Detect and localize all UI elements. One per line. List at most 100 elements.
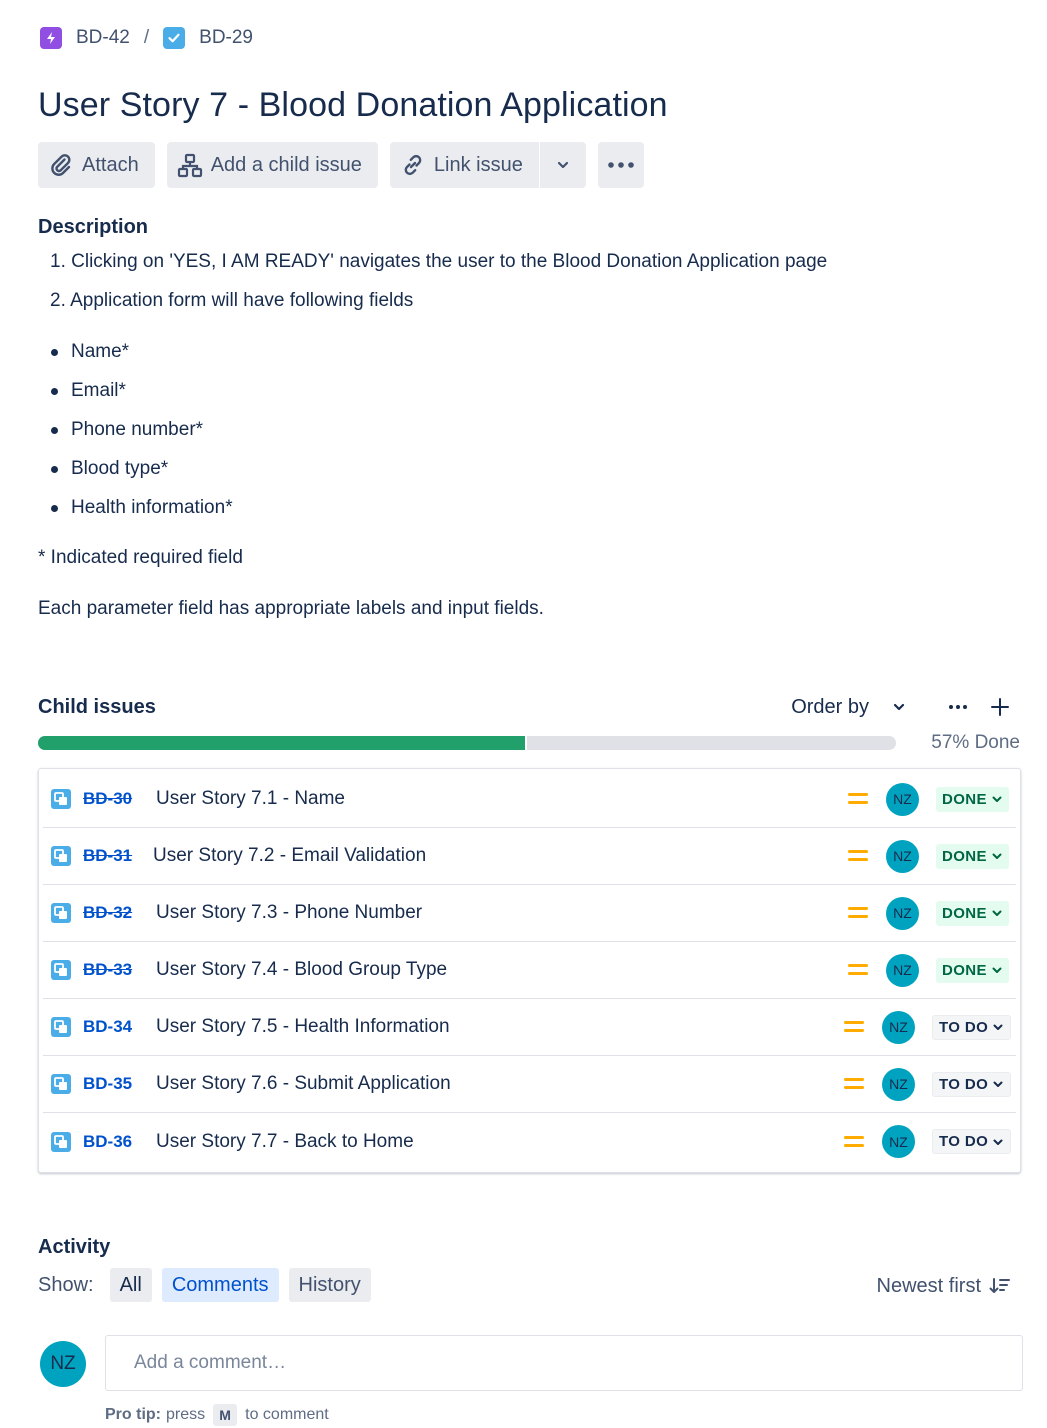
plus-icon [991, 698, 1009, 716]
link-issue-label: Link issue [433, 153, 523, 176]
page-title[interactable]: User Story 7 - Blood Donation Applicatio… [38, 86, 668, 125]
chevron-down-icon [993, 1024, 1003, 1030]
subtask-icon [51, 1074, 71, 1094]
chevron-down-icon [557, 161, 568, 169]
field-name: Health information* [71, 497, 233, 518]
issue-key-link[interactable]: BD-31 [83, 846, 132, 866]
current-user-avatar[interactable]: NZ [40, 1341, 86, 1387]
child-issues-list: BD-30 User Story 7.1 - Name NZ DONE BD-31 Use… [38, 768, 1021, 1173]
issue-key-link[interactable]: BD-35 [83, 1074, 132, 1094]
child-issue-row[interactable]: BD-31 User Story 7.2 - Email Validation NZ… [43, 828, 1016, 885]
more-actions-button[interactable] [597, 142, 644, 188]
attach-button[interactable]: Attach [38, 142, 155, 188]
breadcrumb-separator: / [143, 27, 150, 48]
status-label: DONE [942, 847, 987, 865]
status-dropdown[interactable]: TO DO [932, 1071, 1012, 1097]
status-dropdown[interactable]: TO DO [932, 1014, 1012, 1040]
breadcrumb-parent-key: BD-42 [76, 27, 130, 48]
description-paragraph: Each parameter field has appropriate lab… [38, 598, 544, 619]
comment-placeholder: Add a comment… [134, 1352, 287, 1373]
child-issue-row[interactable]: BD-33 User Story 7.4 - Blood Group Type NZ… [43, 942, 1016, 999]
chevron-down-icon [993, 1081, 1003, 1087]
issue-key-link[interactable]: BD-34 [83, 1017, 132, 1037]
bullet-icon [51, 348, 58, 356]
child-issue-row[interactable]: BD-35 User Story 7.6 - Submit Application… [43, 1056, 1016, 1113]
field-list-item: Phone number* [50, 419, 203, 441]
filter-comments-button[interactable]: Comments [161, 1268, 279, 1302]
paperclip-icon [51, 154, 71, 176]
epic-lightning-icon [40, 27, 62, 49]
child-issue-row[interactable]: BD-36 User Story 7.7 - Back to Home NZ TO D… [43, 1113, 1016, 1170]
status-dropdown[interactable]: DONE [936, 843, 1009, 869]
create-child-button[interactable] [983, 690, 1017, 724]
breadcrumb-current-key: BD-29 [199, 27, 253, 48]
issue-key-link[interactable]: BD-32 [83, 903, 132, 923]
task-check-icon [163, 27, 186, 49]
sort-label: Newest first [876, 1274, 981, 1297]
field-list-item: Health information* [50, 497, 233, 519]
assignee-avatar[interactable]: NZ [882, 1125, 915, 1158]
issue-toolbar: Attach Add a child issue Link issue [38, 142, 644, 188]
issue-summary[interactable]: User Story 7.2 - Email Validation [153, 845, 426, 867]
activity-heading: Activity [38, 1236, 111, 1258]
pro-tip: Pro tip: press M to comment [105, 1404, 329, 1426]
add-comment-input[interactable]: Add a comment… [105, 1335, 1023, 1391]
issue-key-link[interactable]: BD-36 [83, 1132, 132, 1152]
more-horizontal-icon [608, 162, 634, 168]
subtask-icon [51, 1131, 71, 1152]
assignee-avatar[interactable]: NZ [882, 1010, 915, 1044]
assignee-avatar[interactable]: NZ [886, 782, 919, 816]
breadcrumb-current[interactable]: BD-29 [163, 27, 253, 49]
subtask-icon [51, 903, 71, 923]
link-issue-button[interactable]: Link issue [390, 142, 539, 188]
child-more-button[interactable] [941, 690, 975, 724]
sort-order-button[interactable]: Newest first [877, 1270, 1011, 1302]
link-issue-group: Link issue [389, 142, 586, 188]
priority-medium-icon [847, 962, 869, 978]
pro-tip-press: press [166, 1406, 206, 1423]
issue-summary[interactable]: User Story 7.4 - Blood Group Type [156, 959, 447, 981]
child-issue-row[interactable]: BD-32 User Story 7.3 - Phone Number NZ DONE [43, 885, 1016, 942]
hierarchy-icon [177, 153, 202, 178]
issue-summary[interactable]: User Story 7.7 - Back to Home [156, 1131, 414, 1153]
pro-tip-suffix: to comment [245, 1406, 329, 1423]
status-dropdown[interactable]: DONE [936, 900, 1009, 926]
assignee-avatar[interactable]: NZ [886, 839, 919, 873]
order-by-dropdown[interactable]: Order by [791, 696, 907, 719]
status-dropdown[interactable]: TO DO [932, 1129, 1012, 1154]
issue-summary[interactable]: User Story 7.3 - Phone Number [156, 902, 422, 924]
breadcrumb-parent[interactable]: BD-42 [40, 27, 130, 49]
status-label: DONE [942, 790, 987, 808]
field-list-item: Email* [50, 380, 126, 402]
status-label: TO DO [939, 1018, 989, 1036]
priority-medium-icon [843, 1076, 865, 1092]
child-issue-row[interactable]: BD-34 User Story 7.5 - Health Information… [43, 999, 1016, 1056]
assignee-avatar[interactable]: NZ [886, 953, 919, 987]
attach-label: Attach [82, 153, 139, 176]
status-dropdown[interactable]: DONE [936, 786, 1009, 812]
field-name: Name* [71, 341, 130, 362]
chevron-down-icon [993, 1139, 1003, 1145]
issue-summary[interactable]: User Story 7.5 - Health Information [156, 1016, 450, 1038]
issue-summary[interactable]: User Story 7.6 - Submit Application [156, 1073, 451, 1095]
field-name: Blood type* [71, 458, 169, 479]
assignee-avatar[interactable]: NZ [886, 896, 919, 930]
link-issue-dropdown[interactable] [540, 142, 586, 188]
show-label: Show: [38, 1273, 94, 1296]
filter-history-button[interactable]: History [288, 1268, 371, 1302]
priority-medium-icon [843, 1019, 865, 1035]
issue-key-link[interactable]: BD-30 [83, 789, 132, 809]
chevron-down-icon [992, 796, 1002, 802]
issue-summary[interactable]: User Story 7.1 - Name [156, 788, 345, 810]
issue-key-link[interactable]: BD-33 [83, 960, 132, 980]
status-label: DONE [942, 961, 987, 979]
add-child-issue-button[interactable]: Add a child issue [166, 142, 378, 188]
child-issue-row[interactable]: BD-30 User Story 7.1 - Name NZ DONE [43, 771, 1016, 828]
filter-all-button[interactable]: All [109, 1268, 152, 1302]
status-dropdown[interactable]: DONE [936, 957, 1009, 983]
assignee-avatar[interactable]: NZ [882, 1067, 915, 1101]
priority-medium-icon [847, 791, 869, 807]
field-list-item: Name* [50, 341, 129, 363]
ordered-item-text: Application form will have following fie… [70, 290, 414, 311]
ordered-item: 1. Clicking on 'YES, I AM READY' navigat… [50, 251, 828, 272]
